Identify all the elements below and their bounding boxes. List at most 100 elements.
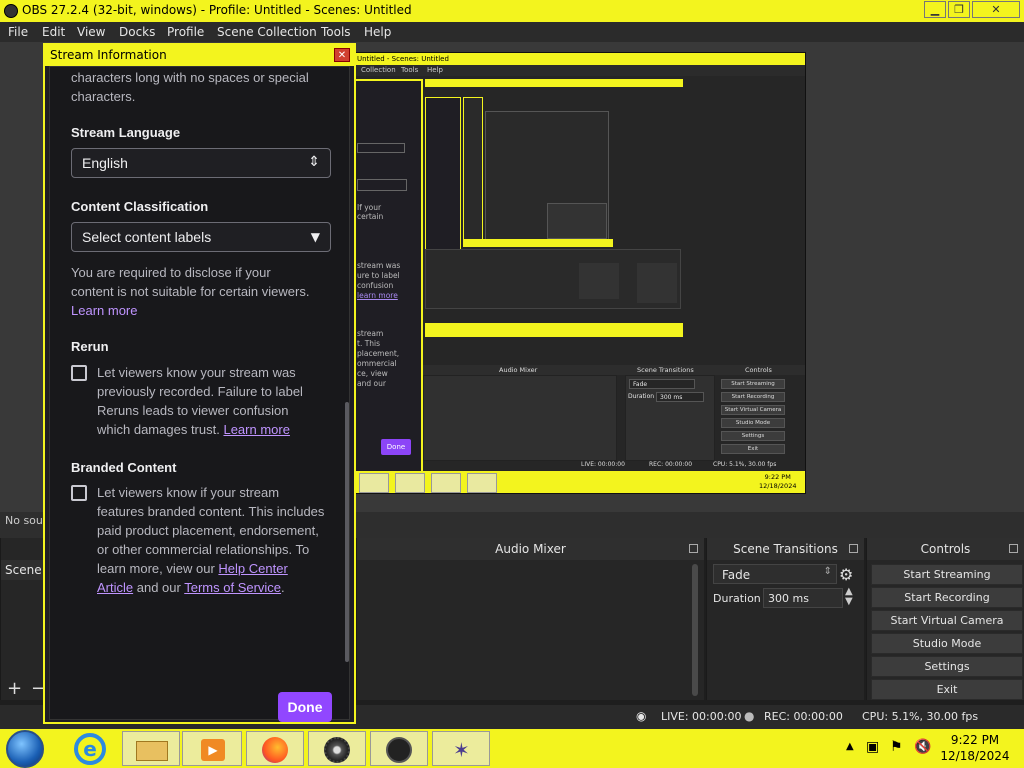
intro-text: characters long with no spaces or specia… [71, 70, 309, 104]
nested-dock-headers: Audio Mixer Scene Transitions Controls [423, 365, 805, 375]
nested-obs-icon [431, 473, 461, 493]
settings-button[interactable]: Settings [871, 656, 1023, 677]
close-window-button[interactable]: ✕ [972, 1, 1020, 18]
firefox-icon[interactable] [246, 731, 304, 766]
nested-scene-transitions: Fade Duration 300 ms [625, 375, 715, 461]
nested-done-button: Done [381, 439, 411, 455]
window-title-bar: OBS 27.2.4 (32-bit, windows) - Profile: … [0, 0, 1024, 22]
updown-chevron-icon: ⇕ [308, 154, 320, 170]
menu-scene-collection[interactable]: Scene Collection [217, 25, 317, 39]
menu-file[interactable]: File [8, 25, 28, 39]
windows-taskbar: e ▶ ✶ ▲ ▣ ⚑ 🔇 9:22 PM 12/18/2024 [0, 729, 1024, 768]
exit-button[interactable]: Exit [871, 679, 1023, 700]
menu-edit[interactable]: Edit [42, 25, 65, 39]
broadcast-icon: ◉ [636, 709, 647, 723]
record-dot-icon: ● [744, 709, 755, 723]
done-button[interactable]: Done [278, 692, 332, 722]
settings-gear-app-icon[interactable] [308, 731, 366, 766]
nested-select-2 [357, 179, 407, 191]
start-streaming-button[interactable]: Start Streaming [871, 564, 1023, 585]
dialog-content: characters long with no spaces or specia… [49, 66, 350, 722]
media-player-icon[interactable]: ▶ [182, 731, 242, 766]
stream-language-heading: Stream Language [71, 125, 181, 140]
add-scene-icon[interactable]: + [7, 678, 22, 699]
network-icon[interactable]: ▣ [866, 739, 879, 755]
dialog-close-button[interactable]: ✕ [334, 48, 350, 62]
dock-float-icon[interactable] [1009, 544, 1018, 553]
scene-transitions-dock: Scene Transitions Fade ⇕ ⚙ Duration 300 … [706, 538, 864, 700]
nested-audio-mixer [423, 375, 617, 461]
menu-profile[interactable]: Profile [167, 25, 204, 39]
scenes-dock-title: Scene [1, 560, 45, 580]
spider-app-icon[interactable]: ✶ [432, 731, 490, 766]
start-virtual-camera-button[interactable]: Start Virtual Camera [871, 610, 1023, 631]
nested-taskbar: 9:22 PM 12/18/2024 [353, 471, 805, 493]
rerun-description: Let viewers know your stream was previou… [97, 365, 303, 437]
dialog-title: Stream Information [50, 48, 167, 62]
cpu-status: CPU: 5.1%, 30.00 fps [862, 710, 979, 723]
window-title: OBS 27.2.4 (32-bit, windows) - Profile: … [22, 3, 412, 17]
menu-tools[interactable]: Tools [321, 25, 351, 39]
transition-select[interactable]: Fade ⇕ [713, 564, 837, 584]
obs-studio-icon[interactable] [370, 731, 428, 766]
obs-app-icon [4, 4, 18, 18]
classification-disclaimer: You are required to disclose if your con… [71, 265, 310, 318]
start-button[interactable] [6, 730, 44, 768]
menu-help[interactable]: Help [364, 25, 391, 39]
menu-view[interactable]: View [77, 25, 105, 39]
file-explorer-icon[interactable] [122, 731, 180, 766]
transition-properties-gear-icon[interactable]: ⚙ [839, 565, 853, 584]
rerun-checkbox[interactable] [71, 365, 87, 381]
rerun-learn-more-link[interactable]: Learn more [223, 422, 289, 437]
internet-explorer-icon[interactable]: e [74, 733, 106, 765]
nested-menu-bar: Collection Tools Help [353, 65, 805, 76]
controls-title: Controls [867, 538, 1024, 560]
classification-learn-more-link[interactable]: Learn more [71, 303, 137, 318]
minimize-button[interactable]: ▁ [924, 1, 946, 18]
stream-language-select[interactable]: English ⇕ [71, 148, 331, 178]
branded-content-checkbox[interactable] [71, 485, 87, 501]
terms-of-service-link[interactable]: Terms of Service [184, 580, 281, 595]
audio-mixer-scrollbar[interactable] [692, 564, 698, 696]
scenes-dock: Scene + − [0, 538, 46, 700]
live-status: LIVE: 00:00:00 [661, 710, 742, 723]
duration-stepper[interactable]: ▲ ▼ [845, 587, 853, 607]
no-source-label: No sou [5, 514, 43, 527]
content-labels-select[interactable]: Select content labels ▼ [71, 222, 331, 252]
menu-bar: File Edit View Docks Profile Scene Colle… [0, 22, 1024, 42]
nested-settings-icon [395, 473, 425, 493]
nested-firefox-icon [359, 473, 389, 493]
nested-spider-icon [467, 473, 497, 493]
action-center-flag-icon[interactable]: ⚑ [890, 739, 903, 755]
content-classification-heading: Content Classification [71, 199, 209, 214]
rec-status: REC: 00:00:00 [764, 710, 843, 723]
scene-transitions-title: Scene Transitions [707, 538, 864, 560]
nested-dialog: If your certain stream was ure to label con… [353, 79, 423, 483]
chevron-down-icon: ▼ [310, 230, 320, 244]
dock-float-icon[interactable] [689, 544, 698, 553]
nested-text-block: If your certain [357, 203, 384, 221]
branded-content-heading: Branded Content [71, 460, 177, 475]
nested-title-bar: Untitled - Scenes: Untitled [353, 53, 805, 65]
controls-dock: Controls Start Streaming Start Recording… [866, 538, 1024, 700]
branded-description: Let viewers know if your stream features… [97, 485, 325, 595]
rerun-heading: Rerun [71, 339, 109, 354]
start-recording-button[interactable]: Start Recording [871, 587, 1023, 608]
maximize-button[interactable]: ❐ [948, 1, 970, 18]
nested-select-1 [357, 143, 405, 153]
nested-preview-capture: Untitled - Scenes: Untitled Collection T… [352, 52, 806, 494]
volume-muted-icon[interactable]: 🔇 [914, 739, 931, 755]
audio-mixer-title: Audio Mixer [357, 538, 704, 560]
taskbar-clock[interactable]: 9:22 PM 12/18/2024 [940, 732, 1010, 764]
dialog-scrollbar[interactable] [345, 402, 349, 662]
menu-docks[interactable]: Docks [119, 25, 155, 39]
nested-deep-title [425, 79, 683, 87]
tray-expand-icon[interactable]: ▲ [846, 741, 854, 752]
stream-information-dialog: Stream Information ✕ characters long wit… [43, 43, 356, 724]
duration-label: Duration [713, 592, 761, 605]
studio-mode-button[interactable]: Studio Mode [871, 633, 1023, 654]
audio-mixer-dock: Audio Mixer [356, 538, 704, 700]
duration-spinbox[interactable]: 300 ms [763, 588, 843, 608]
dock-float-icon[interactable] [849, 544, 858, 553]
dialog-title-bar: Stream Information ✕ [45, 45, 354, 66]
